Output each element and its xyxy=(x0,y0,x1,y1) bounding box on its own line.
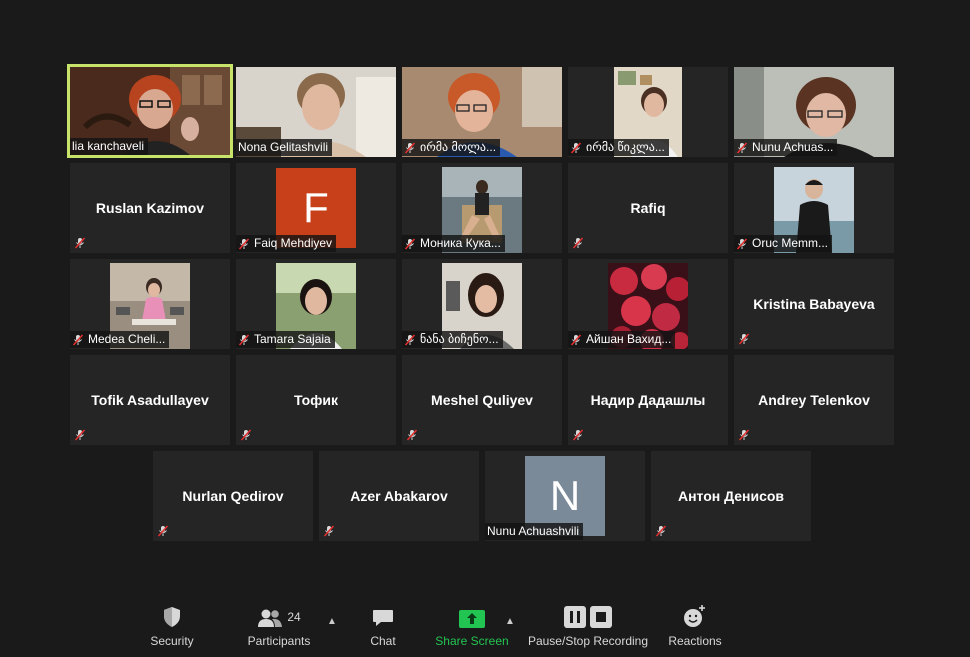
mic-muted-icon xyxy=(572,237,584,249)
participant-display-name: Надир Дадашлы xyxy=(590,392,706,408)
video-tile-nana-bicheno[interactable]: ნანა ბიჩენო... xyxy=(402,259,562,349)
mic-muted-icon xyxy=(238,238,250,250)
mic-muted-icon xyxy=(404,334,416,346)
participant-name: Nona Gelitashvili xyxy=(238,140,329,154)
participant-display-name: Ruslan Kazimov xyxy=(95,200,205,216)
share-screen-icon xyxy=(459,610,485,628)
video-tile-medea-cheli[interactable]: Medea Cheli... xyxy=(70,259,230,349)
recording-label: Pause/Stop Recording xyxy=(527,634,649,648)
mic-muted-icon xyxy=(570,142,582,154)
participant-display-name: Tofik Asadullayev xyxy=(91,392,209,408)
video-tile-anton-denisov[interactable]: Антон Денисов xyxy=(651,451,811,541)
reactions-label: Reactions xyxy=(668,634,722,648)
share-chevron-up-icon[interactable]: ▲ xyxy=(505,616,515,627)
participant-display-name: Rafiq xyxy=(630,200,666,216)
chat-label: Chat xyxy=(370,634,396,648)
pause-icon xyxy=(564,606,586,628)
avatar-letter: F xyxy=(303,184,329,231)
video-tile-nunu-achuas[interactable]: Nunu Achuas... xyxy=(734,67,894,157)
meeting-toolbar: Security 24 Participants ▲ Chat Share Sc… xyxy=(0,598,970,657)
mic-muted-icon xyxy=(404,238,416,250)
participant-name: Моника Кука... xyxy=(420,236,501,250)
video-tile-rafiq[interactable]: Rafiq xyxy=(568,163,728,253)
video-tile-irma-mola[interactable]: ირმა მოლა... xyxy=(402,67,562,157)
avatar-letter: N xyxy=(549,472,581,519)
mic-muted-icon xyxy=(157,525,169,537)
participant-name: Faiq Mehdiyev xyxy=(254,236,333,250)
participant-display-name: Meshel Quliyev xyxy=(431,392,533,408)
chat-icon xyxy=(373,610,393,626)
mic-muted-icon xyxy=(404,142,416,154)
video-tile-lia-kanchaveli[interactable]: lia kanchaveli xyxy=(67,64,233,158)
participant-display-name: Nurlan Qedirov xyxy=(182,488,284,504)
mic-muted-icon xyxy=(238,334,250,346)
participant-name: Nunu Achuas... xyxy=(752,140,834,154)
participant-name: ირმა მოლა... xyxy=(420,140,497,154)
participant-display-name: Azer Abakarov xyxy=(350,488,448,504)
participant-name: Tamara Sajaia xyxy=(254,332,331,346)
participant-display-name: Антон Денисов xyxy=(677,488,785,504)
participant-name: Oruc Memm... xyxy=(752,236,829,250)
mic-muted-icon xyxy=(240,429,252,441)
recording-button[interactable]: Pause/Stop Recording xyxy=(525,598,651,657)
video-tile-ruslan-kazimov[interactable]: Ruslan Kazimov xyxy=(70,163,230,253)
video-tile-irma-wikla[interactable]: ირმა წიკლა... xyxy=(568,67,728,157)
participant-name: ირმა წიკლა... xyxy=(586,140,665,154)
participant-name: ნანა ბიჩენო... xyxy=(420,332,499,346)
emoji-plus-icon xyxy=(684,605,705,627)
mic-muted-icon xyxy=(406,429,418,441)
video-tile-ayshan-vahid[interactable]: Айшан Вахид... xyxy=(568,259,728,349)
shield-icon xyxy=(164,607,180,627)
stop-icon xyxy=(590,606,612,628)
mic-muted-icon xyxy=(570,334,582,346)
mic-muted-icon xyxy=(736,238,748,250)
participant-name: Айшан Вахид... xyxy=(586,332,672,346)
video-tile-azer-abakarov[interactable]: Azer Abakarov xyxy=(319,451,479,541)
video-tile-monika[interactable]: Моника Кука... xyxy=(402,163,562,253)
video-tile-meshel-quliyev[interactable]: Meshel Quliyev xyxy=(402,355,562,445)
participants-button[interactable]: 24 Participants xyxy=(244,598,314,657)
video-tile-oruc-memm[interactable]: Oruc Memm... xyxy=(734,163,894,253)
mic-muted-icon xyxy=(72,334,84,346)
video-tile-nunu-achuashvili[interactable]: N Nunu Achuashvili xyxy=(485,451,645,541)
video-tile-faiq-mehdiyev[interactable]: F Faiq Mehdiyev xyxy=(236,163,396,253)
mic-muted-icon xyxy=(74,429,86,441)
participant-name: Medea Cheli... xyxy=(88,332,166,346)
participant-display-name: Andrey Telenkov xyxy=(758,392,870,408)
mic-muted-icon xyxy=(572,429,584,441)
video-tile-nona-gelitashvili[interactable]: Nona Gelitashvili xyxy=(236,67,396,157)
participants-icon xyxy=(258,609,283,627)
participants-chevron-up-icon[interactable]: ▲ xyxy=(327,616,337,627)
reactions-button[interactable]: Reactions xyxy=(664,598,726,657)
video-tile-nurlan-qedirov[interactable]: Nurlan Qedirov xyxy=(153,451,313,541)
participant-display-name: Тофик xyxy=(293,392,339,408)
mic-muted-icon xyxy=(738,429,750,441)
share-screen-button[interactable]: Share Screen xyxy=(432,598,512,657)
mic-muted-icon xyxy=(738,333,750,345)
video-tile-tofik-asadullayev[interactable]: Tofik Asadullayev xyxy=(70,355,230,445)
mic-muted-icon xyxy=(323,525,335,537)
security-button[interactable]: Security xyxy=(142,598,202,657)
share-screen-label: Share Screen xyxy=(435,634,509,648)
video-tile-nadir-dadashly[interactable]: Надир Дадашлы xyxy=(568,355,728,445)
mic-muted-icon xyxy=(736,142,748,154)
participants-count: 24 xyxy=(287,610,301,624)
mic-muted-icon xyxy=(655,525,667,537)
participant-display-name: Kristina Babayeva xyxy=(753,296,875,312)
chat-button[interactable]: Chat xyxy=(358,598,408,657)
video-tile-tofik[interactable]: Тофик xyxy=(236,355,396,445)
video-tile-andrey-telenkov[interactable]: Andrey Telenkov xyxy=(734,355,894,445)
participant-name: lia kanchaveli xyxy=(72,139,145,153)
mic-muted-icon xyxy=(74,237,86,249)
security-label: Security xyxy=(150,634,194,648)
participants-label: Participants xyxy=(247,634,311,648)
video-tile-kristina-babayeva[interactable]: Kristina Babayeva xyxy=(734,259,894,349)
video-tile-tamara-sajaia[interactable]: Tamara Sajaia xyxy=(236,259,396,349)
participant-name: Nunu Achuashvili xyxy=(487,524,580,538)
